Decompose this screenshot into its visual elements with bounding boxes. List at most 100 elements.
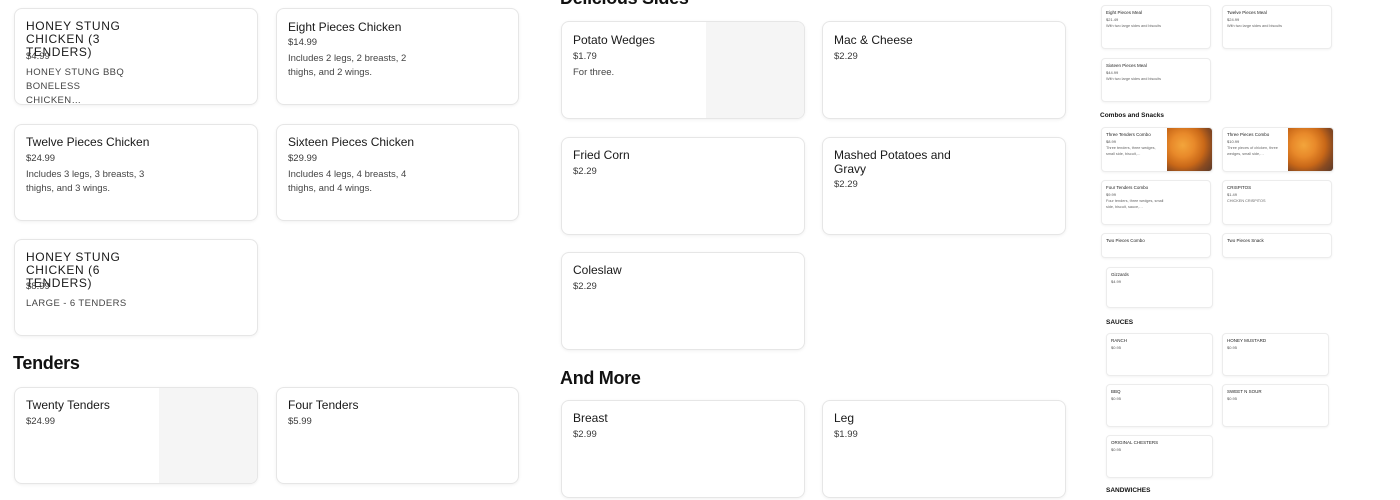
item-description: Includes 3 legs, 3 breasts, 3 thighs, an… (26, 169, 145, 194)
mini-item-price: $44.99 (1106, 70, 1119, 75)
item-price: $2.99 (573, 429, 597, 440)
mini-item-name: Two Pieces Snack (1227, 238, 1264, 243)
food-image (1167, 128, 1212, 171)
item-price: $4.99 (26, 51, 50, 62)
item-name: Mac & Cheese (834, 33, 913, 47)
mini-card[interactable]: Twelve Pieces Meal $24.99 With two large… (1222, 5, 1332, 49)
mini-item-name: Two Pieces Combo (1106, 238, 1145, 243)
mini-item-name: HONEY MUSTARD (1227, 338, 1267, 343)
mini-item-price: $10.99 (1227, 139, 1240, 144)
mini-item-price: $0.95 (1111, 447, 1122, 452)
mini-item-name: SWEET N SOUR (1227, 389, 1262, 394)
mini-item-description: With two large sides and biscuits (1106, 24, 1162, 28)
menu-item-card[interactable]: Four Tenders $5.99 (276, 387, 519, 484)
mini-card[interactable]: Three Pieces Combo $10.99 Three pieces o… (1222, 127, 1334, 172)
mini-card[interactable]: BBQ $0.95 (1106, 384, 1213, 427)
mini-item-price: $24.99 (1227, 17, 1240, 22)
mini-card[interactable]: Three Tenders Combo $8.99 Three tenders,… (1101, 127, 1213, 172)
item-description: Includes 2 legs, 2 breasts, 2 thighs, an… (288, 53, 407, 78)
mini-item-price: $0.95 (1111, 345, 1122, 350)
mini-card[interactable]: SWEET N SOUR $0.95 (1222, 384, 1329, 427)
mini-heading-sauces: SAUCES (1106, 319, 1134, 326)
menu-item-card[interactable]: Leg $1.99 (822, 400, 1066, 498)
mini-item-price: $4.99 (1111, 279, 1122, 284)
menu-item-card[interactable]: Twelve Pieces Chicken $24.99 Includes 3 … (14, 124, 258, 221)
food-image (1288, 128, 1333, 171)
mini-item-price: $0.95 (1111, 396, 1122, 401)
item-description: LARGE - 6 TENDERS (26, 298, 127, 309)
section-heading-tenders: Tenders (13, 353, 80, 373)
menu-item-card[interactable]: Mashed Potatoes and Gravy $2.29 (822, 137, 1066, 235)
mini-item-name: Gizzards (1111, 272, 1129, 277)
menu-item-card[interactable]: Potato Wedges $1.79 For three. (561, 21, 805, 119)
item-name: Fried Corn (573, 148, 630, 162)
section-heading-and-more: And More (560, 368, 641, 388)
mini-card[interactable]: Four Tenders Combo $9.99 Four tenders, t… (1101, 180, 1211, 225)
mini-item-name: Four Tenders Combo (1106, 185, 1149, 190)
menu-item-card[interactable]: HONEY STUNG CHICKEN (3 TENDERS) $4.99 HO… (14, 8, 258, 105)
item-price: $8.99 (26, 281, 50, 292)
item-price: $2.29 (834, 179, 858, 190)
menu-item-card[interactable]: Breast $2.99 (561, 400, 805, 498)
mini-item-name: ORIGINAL CHESTERS (1111, 440, 1159, 445)
item-description: HONEY STUNG BBQ BONELESS CHICKEN… (26, 67, 125, 105)
mini-card[interactable]: Sixteen Pieces Meal $44.99 With two larg… (1101, 58, 1211, 102)
mini-item-price: $8.99 (1106, 139, 1117, 144)
mini-item-price: $21.49 (1106, 17, 1119, 22)
mini-card[interactable]: HONEY MUSTARD $0.95 (1222, 333, 1329, 376)
item-name: Potato Wedges (573, 33, 655, 47)
item-name: Sixteen Pieces Chicken (288, 135, 415, 149)
item-price: $2.29 (834, 51, 858, 62)
item-name: Mashed Potatoes and Gravy (834, 148, 951, 176)
mini-card[interactable]: ORIGINAL CHESTERS $0.95 (1106, 435, 1213, 478)
mini-item-price: $0.95 (1227, 345, 1238, 350)
item-name: Twelve Pieces Chicken (26, 135, 150, 149)
item-price: $29.99 (288, 153, 318, 164)
mini-heading-combos: Combos and Snacks (1100, 112, 1164, 119)
item-price: $24.99 (26, 416, 56, 427)
menu-item-card[interactable]: Mac & Cheese $2.29 (822, 21, 1066, 119)
item-price: $2.29 (573, 281, 597, 292)
item-name: Coleslaw (573, 263, 622, 277)
menu-item-card[interactable]: Eight Pieces Chicken $14.99 Includes 2 l… (276, 8, 519, 105)
mini-item-name: CRISPITOS (1227, 185, 1252, 190)
item-image-placeholder (159, 388, 257, 483)
mini-item-description: Three tenders, three wedges, small side,… (1106, 146, 1156, 156)
mini-item-name: Twelve Pieces Meal (1227, 10, 1267, 15)
item-description: For three. (573, 67, 615, 78)
mini-item-description: Three pieces of chicken, three wedges, s… (1227, 146, 1278, 156)
item-price: $24.99 (26, 153, 56, 164)
mini-item-name: BBQ (1111, 389, 1121, 394)
item-price: $5.99 (288, 416, 312, 427)
mini-item-description: Four tenders, three wedges, small side, … (1106, 199, 1164, 209)
mini-item-name: RANCH (1111, 338, 1128, 343)
menu-overview-panel: Eight Pieces Meal $21.49 With two large … (1098, 0, 1338, 500)
mini-item-name: Three Pieces Combo (1227, 132, 1270, 137)
menu-item-card[interactable]: HONEY STUNG CHICKEN (6 TENDERS) $8.99 LA… (14, 239, 258, 336)
mini-card[interactable]: Eight Pieces Meal $21.49 With two large … (1101, 5, 1211, 49)
section-heading-sides: Delicious Sides (560, 0, 689, 9)
menu-item-card[interactable]: Sixteen Pieces Chicken $29.99 Includes 4… (276, 124, 519, 221)
item-name: Eight Pieces Chicken (288, 20, 402, 34)
mini-card[interactable]: Two Pieces Combo (1101, 233, 1211, 258)
item-price: $1.79 (573, 51, 597, 62)
mini-item-description: With two large sides and biscuits (1106, 77, 1162, 81)
mini-heading-sandwiches: SANDWICHES (1106, 487, 1151, 494)
mini-card[interactable]: Two Pieces Snack (1222, 233, 1332, 258)
item-price: $1.99 (834, 429, 858, 440)
mini-item-price: $9.99 (1106, 192, 1117, 197)
item-name: Four Tenders (288, 398, 359, 412)
item-name: Twenty Tenders (26, 398, 110, 412)
menu-item-card[interactable]: Coleslaw $2.29 (561, 252, 805, 350)
mini-item-price: $0.95 (1227, 396, 1238, 401)
item-name: Breast (573, 411, 608, 425)
mini-item-name: Eight Pieces Meal (1106, 10, 1143, 15)
mini-card[interactable]: RANCH $0.95 (1106, 333, 1213, 376)
menu-item-card[interactable]: Twenty Tenders $24.99 (14, 387, 258, 484)
mini-card[interactable]: CRISPITOS $1.49 CHICKEN CRISPITOS (1222, 180, 1332, 225)
mini-card[interactable]: Gizzards $4.99 (1106, 267, 1213, 308)
item-description: Includes 4 legs, 4 breasts, 4 thighs, an… (288, 169, 407, 194)
mini-item-name: Sixteen Pieces Meal (1106, 63, 1147, 68)
menu-item-card[interactable]: Fried Corn $2.29 (561, 137, 805, 235)
mini-item-price: $1.49 (1227, 192, 1238, 197)
